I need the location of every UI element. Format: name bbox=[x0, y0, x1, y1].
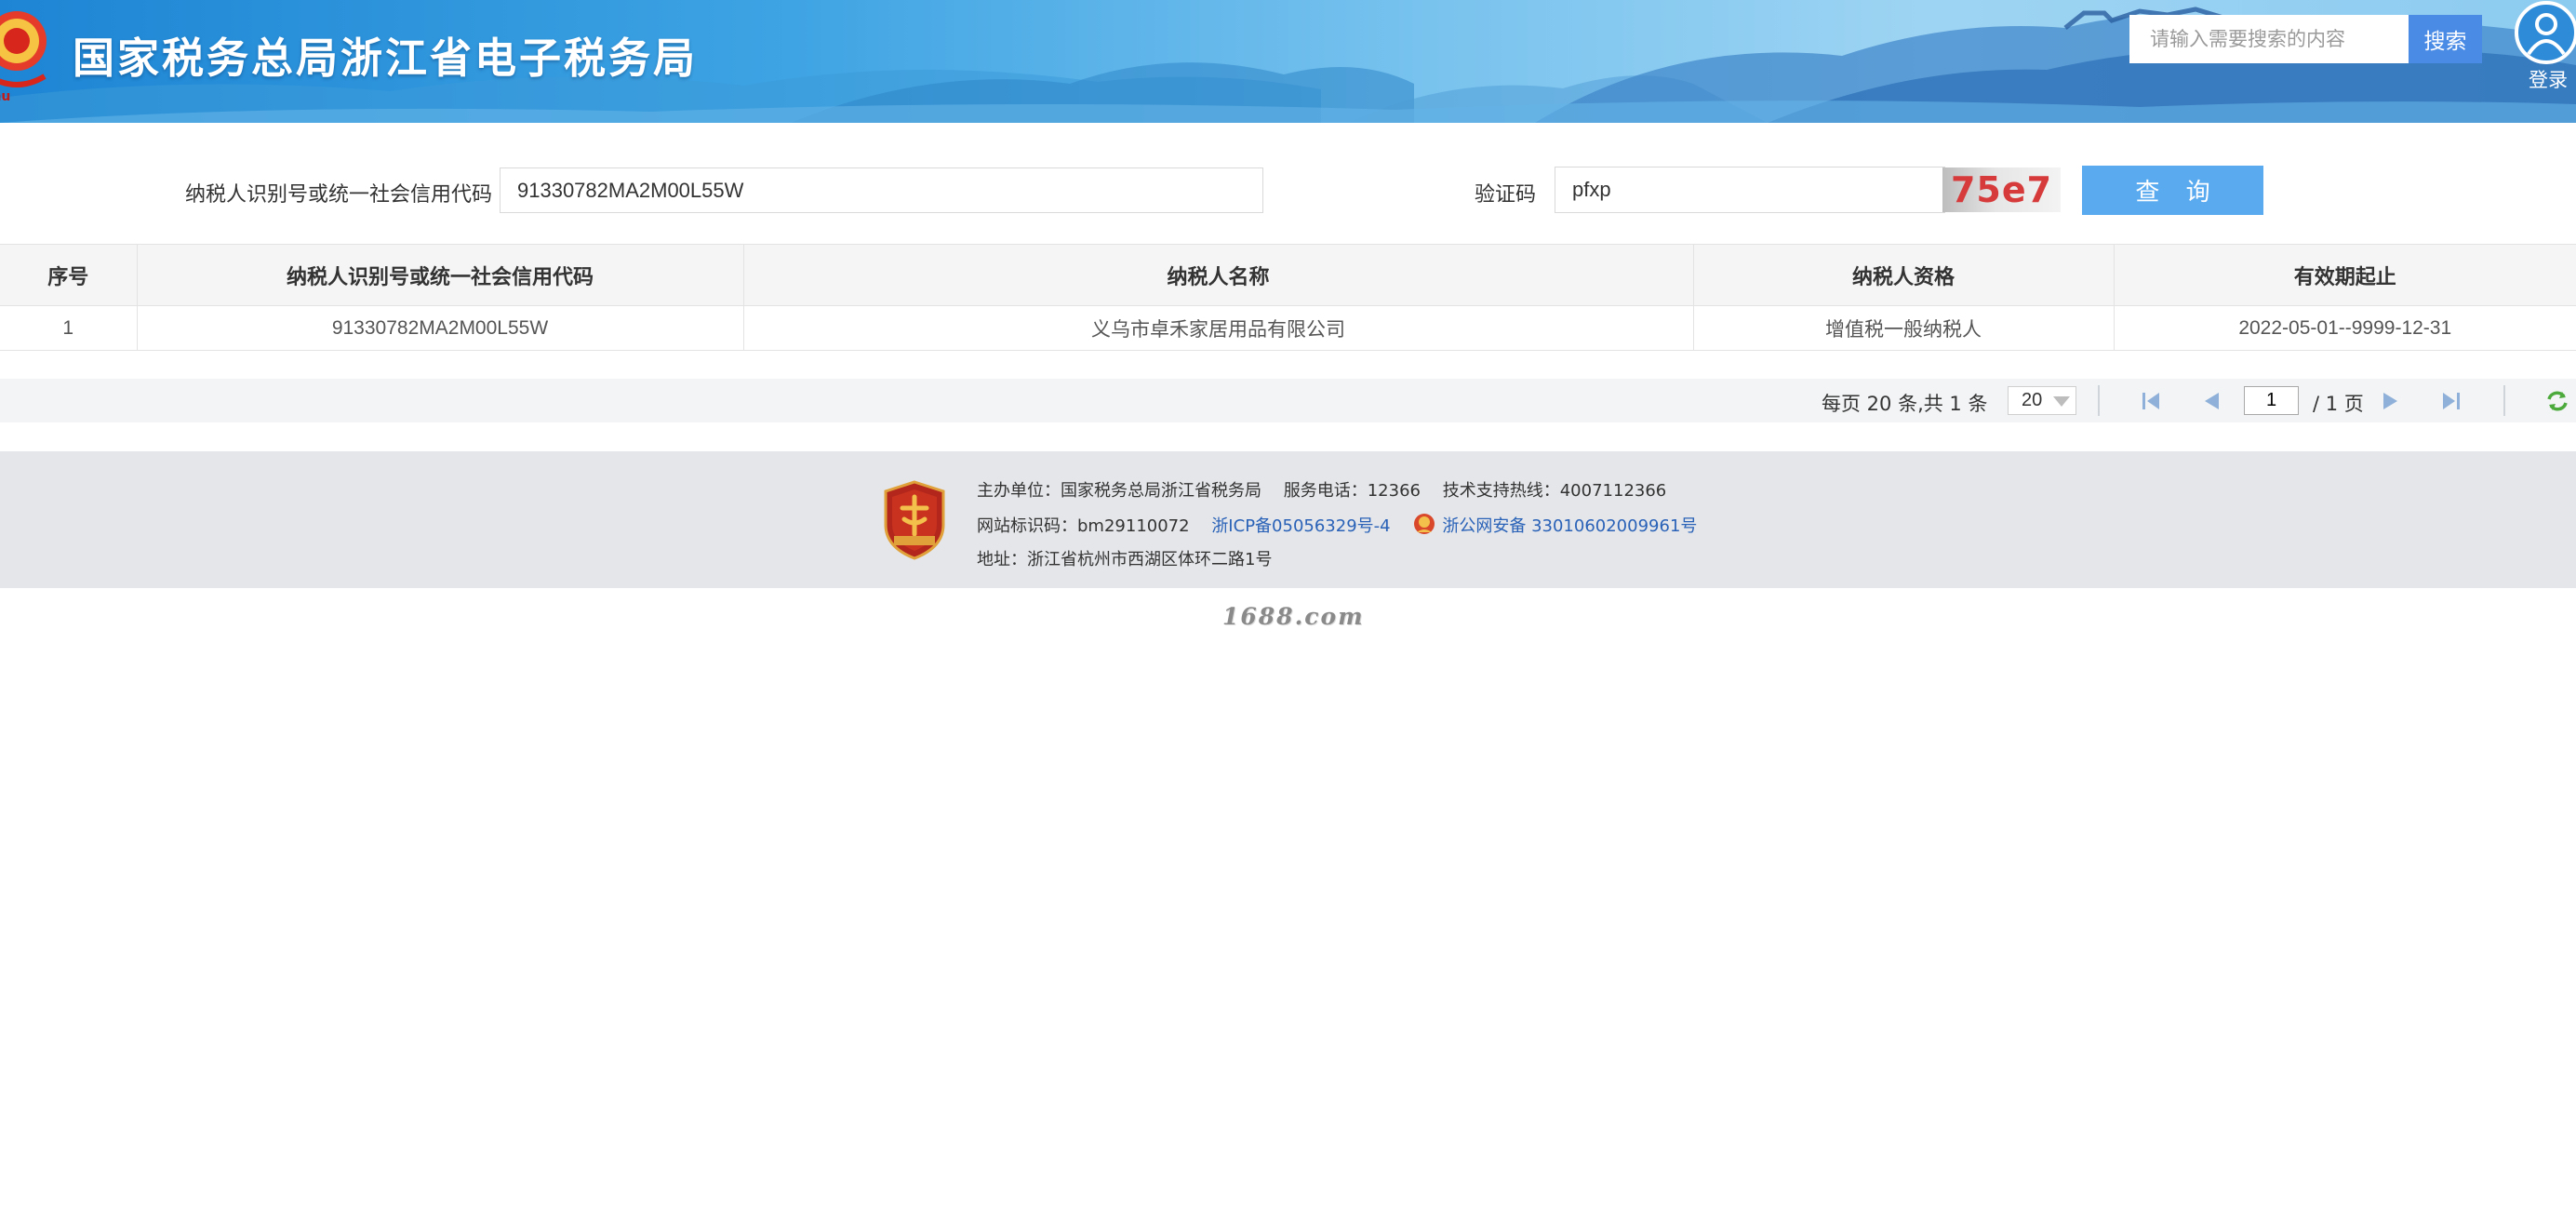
site-footer: 主办单位：国家税务总局浙江省税务局 服务电话：12366 技术支持热线：4007… bbox=[0, 451, 2576, 588]
pager-divider bbox=[2503, 385, 2505, 416]
police-badge-icon bbox=[1414, 514, 1435, 534]
national-tax-emblem-icon: ahu bbox=[0, 11, 47, 102]
cell-validity-period: 2022-05-01--9999-12-31 bbox=[2114, 305, 2576, 351]
header-taxid: 纳税人识别号或统一社会信用代码 bbox=[137, 244, 744, 306]
current-page-input[interactable] bbox=[2244, 386, 2299, 415]
query-button[interactable]: 查 询 bbox=[2082, 166, 2263, 215]
captcha-input[interactable] bbox=[1555, 167, 1945, 213]
footer-tech-hotline: 技术支持热线：4007112366 bbox=[1442, 481, 1667, 501]
cell-taxid: 91330782MA2M00L55W bbox=[137, 305, 744, 351]
user-avatar-icon[interactable] bbox=[2514, 0, 2576, 65]
total-pages: / 1 页 bbox=[2313, 393, 2364, 415]
cell-taxpayer-name: 义乌市卓禾家居用品有限公司 bbox=[743, 305, 1694, 351]
footer-line-3: 地址：浙江省杭州市西湖区体环二路1号 bbox=[977, 546, 1272, 570]
chevron-down-icon bbox=[2053, 396, 2070, 407]
header-validity-period: 有效期起止 bbox=[2114, 244, 2576, 306]
first-page-icon[interactable] bbox=[2139, 388, 2165, 414]
footer-address: 地址：浙江省杭州市西湖区体环二路1号 bbox=[977, 550, 1273, 569]
next-page-icon[interactable] bbox=[2378, 388, 2404, 414]
prev-page-icon[interactable] bbox=[2198, 388, 2224, 414]
pagination-bar: 每页 20 条,共 1 条 20 / 1 页 bbox=[0, 379, 2576, 422]
footer-site-id: 网站标识码：bm29110072 bbox=[977, 516, 1190, 536]
footer-service-phone: 服务电话：12366 bbox=[1283, 481, 1421, 501]
taxid-label: 纳税人识别号或统一社会信用代码 bbox=[185, 183, 493, 207]
site-header: ahu 国家税务总局浙江省电子税务局 搜索 登录 bbox=[0, 0, 2576, 123]
police-record-link[interactable]: 浙公网安备 33010602009961号 bbox=[1442, 516, 1697, 536]
page-size-select[interactable]: 20 bbox=[2008, 386, 2076, 415]
party-government-badge-icon[interactable] bbox=[882, 480, 947, 560]
taxid-input[interactable] bbox=[500, 167, 1263, 213]
header-taxpayer-qualification: 纳税人资格 bbox=[1693, 244, 2115, 306]
last-page-icon[interactable] bbox=[2437, 388, 2463, 414]
table-row[interactable]: 1 91330782MA2M00L55W 义乌市卓禾家居用品有限公司 增值税一般… bbox=[0, 305, 2576, 351]
captcha-label: 验证码 bbox=[1475, 183, 1537, 207]
results-table: 序号 纳税人识别号或统一社会信用代码 纳税人名称 纳税人资格 有效期起止 1 9… bbox=[0, 244, 2576, 351]
footer-sponsor: 主办单位：国家税务总局浙江省税务局 bbox=[977, 481, 1261, 501]
captcha-image-text: 75e7 bbox=[1950, 169, 2053, 210]
watermark-text: 1688.com bbox=[1222, 603, 1365, 630]
refresh-icon[interactable] bbox=[2544, 388, 2570, 414]
footer-line-1: 主办单位：国家税务总局浙江省税务局 服务电话：12366 技术支持热线：4007… bbox=[977, 477, 1666, 502]
login-link[interactable]: 登录 bbox=[2529, 65, 2568, 93]
page-size-value: 20 bbox=[2022, 390, 2043, 410]
header-serial: 序号 bbox=[0, 244, 138, 306]
table-header-row: 序号 纳税人识别号或统一社会信用代码 纳税人名称 纳税人资格 有效期起止 bbox=[0, 244, 2576, 306]
pagination-summary: 每页 20 条,共 1 条 bbox=[1822, 393, 1988, 415]
footer-line-2: 网站标识码：bm29110072 浙ICP备05056329号-4 浙公网安备 … bbox=[977, 512, 1697, 537]
site-search-input[interactable] bbox=[2129, 15, 2410, 63]
svg-text:ahu: ahu bbox=[0, 89, 10, 102]
pager-divider bbox=[2098, 385, 2100, 416]
site-title: 国家税务总局浙江省电子税务局 bbox=[73, 33, 699, 83]
site-search-button[interactable]: 搜索 bbox=[2409, 15, 2482, 63]
icp-record-link[interactable]: 浙ICP备05056329号-4 bbox=[1211, 516, 1390, 536]
cell-taxpayer-qualification: 增值税一般纳税人 bbox=[1693, 305, 2115, 351]
cell-serial: 1 bbox=[0, 305, 138, 351]
header-taxpayer-name: 纳税人名称 bbox=[743, 244, 1694, 306]
captcha-image[interactable]: 75e7 bbox=[1942, 167, 2061, 212]
